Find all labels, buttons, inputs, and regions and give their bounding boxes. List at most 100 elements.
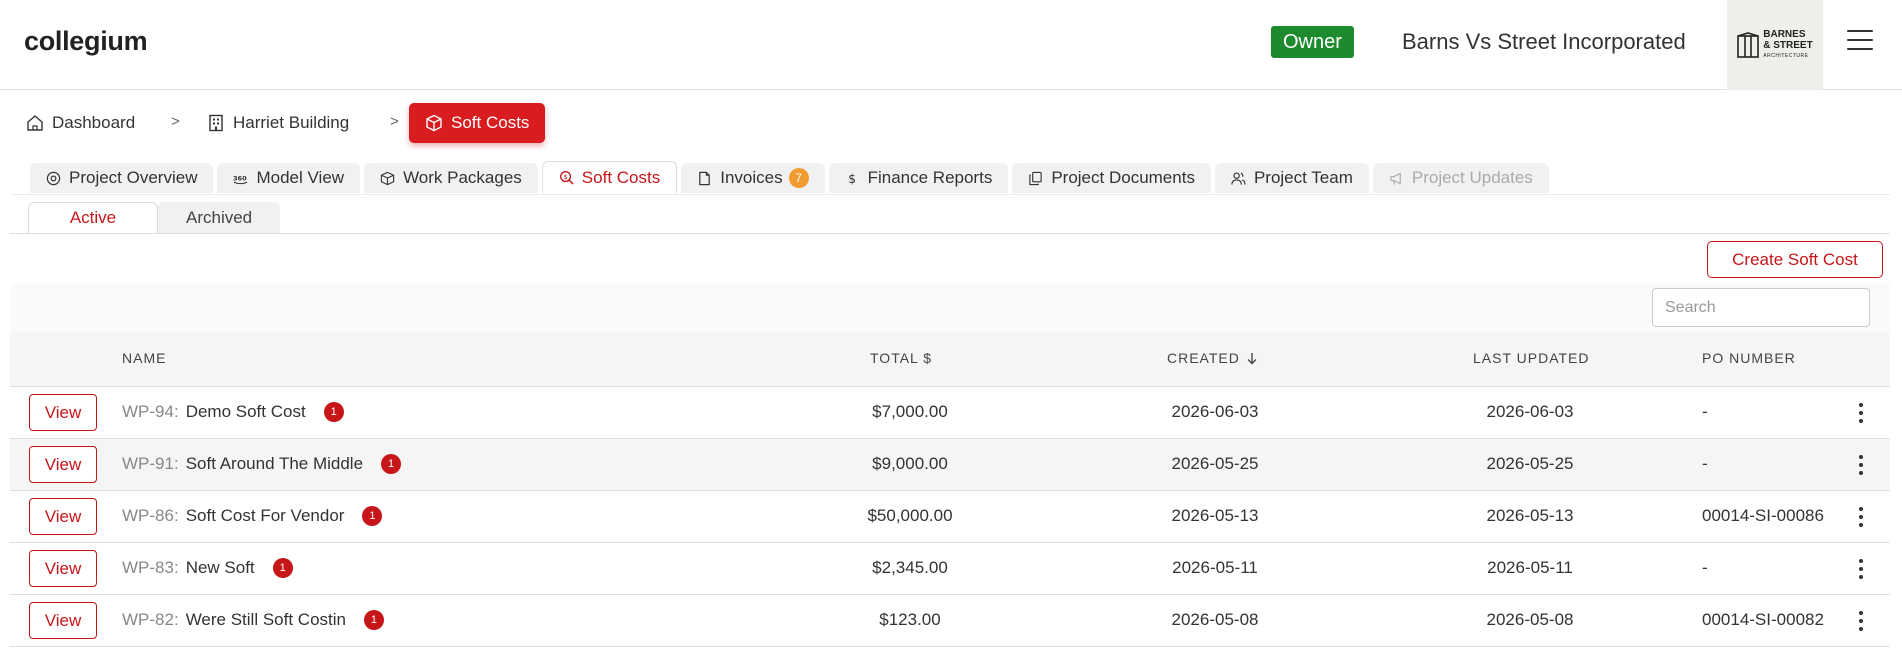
row-actions-kebab-icon[interactable] xyxy=(1858,507,1864,527)
top-header: collegium Owner Barns Vs Street Incorpor… xyxy=(0,0,1902,90)
column-header-created[interactable]: CREATED xyxy=(1167,350,1258,366)
tab-project-team[interactable]: Project Team xyxy=(1214,163,1369,193)
view-button[interactable]: View xyxy=(29,394,97,431)
logo-line1: BARNES xyxy=(1763,28,1806,40)
breadcrumb-soft-costs[interactable]: Soft Costs xyxy=(409,103,546,143)
company-name: Barns Vs Street Incorporated xyxy=(1402,29,1686,54)
table-row: View WP-91: Soft Around The Middle 1 $9,… xyxy=(10,439,1890,491)
logo-building-icon xyxy=(1737,32,1760,58)
svg-text:$: $ xyxy=(848,172,856,186)
team-icon xyxy=(1231,172,1246,185)
tab-label: Finance Reports xyxy=(867,168,993,187)
notification-badge: 1 xyxy=(323,402,344,422)
table-row: View WP-83: New Soft 1 $2,345.00 2026-05… xyxy=(10,543,1890,595)
search-row xyxy=(10,284,1890,332)
tab-work-packages[interactable]: Work Packages xyxy=(364,163,538,193)
megaphone-icon xyxy=(1390,172,1401,185)
work-package-code: WP-83: xyxy=(122,558,179,577)
tab-label: Invoices xyxy=(720,168,783,187)
home-icon xyxy=(27,115,43,131)
po-number-cell: - xyxy=(1702,558,1708,577)
brand-name[interactable]: collegium xyxy=(24,26,148,57)
row-actions-kebab-icon[interactable] xyxy=(1858,559,1864,579)
updated-cell: 2026-05-08 xyxy=(1486,610,1574,629)
updated-cell: 2026-06-03 xyxy=(1486,402,1574,421)
soft-cost-title: Soft Around The Middle xyxy=(185,454,364,473)
tab-project-documents[interactable]: Project Documents xyxy=(1012,163,1211,193)
tab-label: Project Documents xyxy=(1051,168,1195,187)
view-button[interactable]: View xyxy=(29,498,97,535)
cube-icon xyxy=(426,114,442,132)
breadcrumb-dashboard[interactable]: Dashboard xyxy=(26,103,135,143)
po-number-cell: 00014-SI-00082 xyxy=(1702,610,1824,629)
total-cell: $7,000.00 xyxy=(872,402,948,421)
search-dollar-icon: $ xyxy=(559,171,574,185)
row-actions-kebab-icon[interactable] xyxy=(1858,455,1864,475)
svg-text:$: $ xyxy=(563,173,567,181)
project-tabs: Project Overview 360 Model View Work Pac… xyxy=(30,161,1549,193)
soft-cost-name[interactable]: WP-82: Were Still Soft Costin 1 xyxy=(122,610,384,630)
view-button[interactable]: View xyxy=(29,602,97,639)
total-cell: $9,000.00 xyxy=(872,454,948,473)
soft-cost-name[interactable]: WP-86: Soft Cost For Vendor 1 xyxy=(122,506,383,526)
column-header-po-number[interactable]: PO NUMBER xyxy=(1702,350,1796,366)
tab-label: Model View xyxy=(256,168,345,187)
soft-cost-name[interactable]: WP-94: Demo Soft Cost 1 xyxy=(122,402,344,422)
soft-cost-name[interactable]: WP-91: Soft Around The Middle 1 xyxy=(122,454,402,474)
column-header-name[interactable]: NAME xyxy=(122,350,166,366)
created-cell: 2026-05-08 xyxy=(1171,610,1259,629)
soft-cost-title: New Soft xyxy=(185,558,255,577)
breadcrumb-label: Harriet Building xyxy=(233,113,350,132)
tab-label: Soft Costs xyxy=(581,167,661,187)
breadcrumb-separator: > xyxy=(390,113,399,130)
subtab-archived[interactable]: Archived xyxy=(158,202,281,233)
row-actions-kebab-icon[interactable] xyxy=(1858,611,1864,631)
work-package-code: WP-86: xyxy=(122,506,179,525)
column-header-last-updated[interactable]: LAST UPDATED xyxy=(1473,350,1590,366)
updated-cell: 2026-05-25 xyxy=(1486,454,1574,473)
updated-cell: 2026-05-11 xyxy=(1487,558,1573,577)
created-cell: 2026-06-03 xyxy=(1171,402,1259,421)
notification-badge: 1 xyxy=(381,454,402,474)
overview-icon xyxy=(46,171,61,185)
logo-text: BARNES & STREET ARCHITECTURE xyxy=(1763,29,1812,62)
table-row: View WP-94: Demo Soft Cost 1 $7,000.00 2… xyxy=(10,387,1890,439)
work-package-code: WP-94: xyxy=(122,402,179,421)
soft-cost-title: Were Still Soft Costin xyxy=(185,610,346,629)
role-badge: Owner xyxy=(1271,26,1354,58)
notification-badge: 1 xyxy=(363,610,384,630)
tab-invoices[interactable]: Invoices 7 xyxy=(681,163,825,193)
total-cell: $2,345.00 xyxy=(872,558,948,577)
tab-finance-reports[interactable]: $ Finance Reports xyxy=(828,163,1009,193)
tab-model-view[interactable]: 360 Model View xyxy=(217,163,361,193)
subtab-active[interactable]: Active xyxy=(28,202,158,233)
tab-soft-costs[interactable]: $ Soft Costs xyxy=(541,161,678,193)
subtab-divider xyxy=(10,233,1890,234)
invoice-count-badge: 7 xyxy=(788,168,809,188)
table-row: View WP-82: Were Still Soft Costin 1 $12… xyxy=(10,595,1890,647)
total-cell: $50,000.00 xyxy=(867,506,953,525)
tab-project-overview[interactable]: Project Overview xyxy=(30,163,214,193)
breadcrumb-label: Soft Costs xyxy=(451,113,530,132)
tab-project-updates[interactable]: Project Updates xyxy=(1372,163,1549,193)
search-input[interactable] xyxy=(1652,288,1870,327)
tab-label: Project Updates xyxy=(1411,168,1533,187)
create-soft-cost-button[interactable]: Create Soft Cost xyxy=(1707,241,1883,278)
view-button[interactable]: View xyxy=(29,550,97,587)
view-button[interactable]: View xyxy=(29,446,97,483)
row-actions-kebab-icon[interactable] xyxy=(1858,403,1864,423)
company-logo: BARNES & STREET ARCHITECTURE xyxy=(1727,0,1823,90)
work-package-code: WP-82: xyxy=(122,610,179,629)
status-subtabs: Active Archived xyxy=(28,202,281,233)
menu-hamburger-icon[interactable] xyxy=(1847,30,1873,52)
tab-label: Project Overview xyxy=(69,168,198,187)
work-package-code: WP-91: xyxy=(122,454,179,473)
created-cell: 2026-05-11 xyxy=(1172,558,1258,577)
breadcrumb-label: Dashboard xyxy=(52,113,136,132)
soft-cost-name[interactable]: WP-83: New Soft 1 xyxy=(122,558,293,578)
documents-icon xyxy=(1029,171,1043,185)
po-number-cell: 00014-SI-00086 xyxy=(1702,506,1824,525)
breadcrumb-harriet-building[interactable]: Harriet Building xyxy=(207,103,349,143)
column-header-total[interactable]: TOTAL $ xyxy=(870,350,932,366)
logo-line2: & STREET xyxy=(1763,39,1813,51)
